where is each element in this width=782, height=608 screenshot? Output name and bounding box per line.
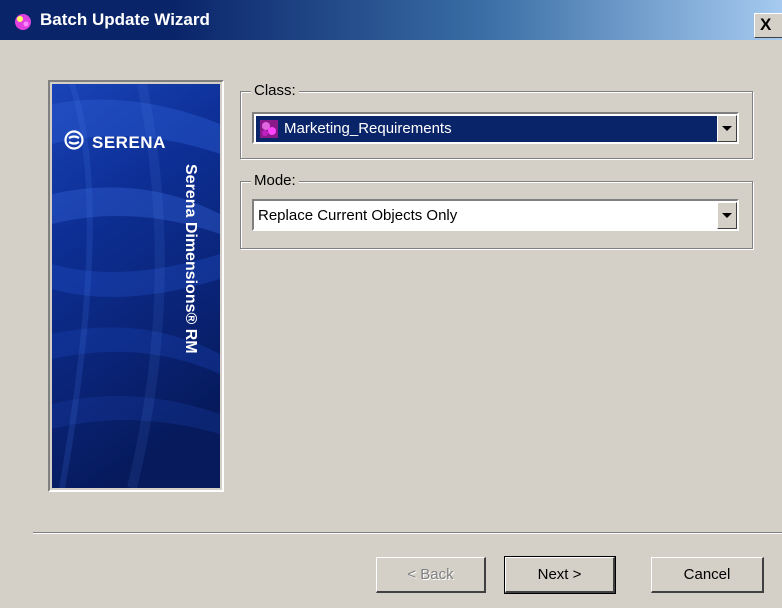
cancel-button[interactable]: Cancel (651, 557, 764, 593)
product-name: Serena Dimensions® RM (182, 164, 199, 354)
mode-dropdown[interactable]: Replace Current Objects Only (252, 199, 739, 231)
wizard-app-icon (15, 14, 31, 30)
class-value-text: Marketing_Requirements (284, 120, 452, 137)
close-button[interactable]: X (754, 13, 782, 38)
class-dropdown-arrow-icon[interactable] (717, 115, 737, 142)
serena-banner-image: SERENA Serena Dimensions® RM (52, 84, 220, 488)
class-label: Class: (251, 82, 299, 100)
class-dropdown[interactable]: Marketing_Requirements (252, 112, 739, 144)
mode-label: Mode: (251, 172, 299, 190)
next-button[interactable]: Next > (504, 556, 616, 594)
class-icon (260, 120, 278, 138)
mode-value-text: Replace Current Objects Only (258, 207, 458, 224)
class-selected-value: Marketing_Requirements (256, 116, 717, 142)
serena-brand-text: SERENA (92, 133, 166, 152)
window-title: Batch Update Wizard (40, 10, 210, 29)
serena-brand: SERENA (64, 130, 214, 156)
mode-dropdown-arrow-icon[interactable] (717, 202, 737, 229)
serena-logo-icon (64, 130, 84, 150)
back-button[interactable]: < Back (376, 557, 486, 593)
title-bar: Batch Update Wizard X (0, 0, 782, 40)
batch-update-wizard-window: Batch Update Wizard X SERENA Serena Dime… (0, 0, 782, 608)
button-separator (33, 532, 782, 534)
